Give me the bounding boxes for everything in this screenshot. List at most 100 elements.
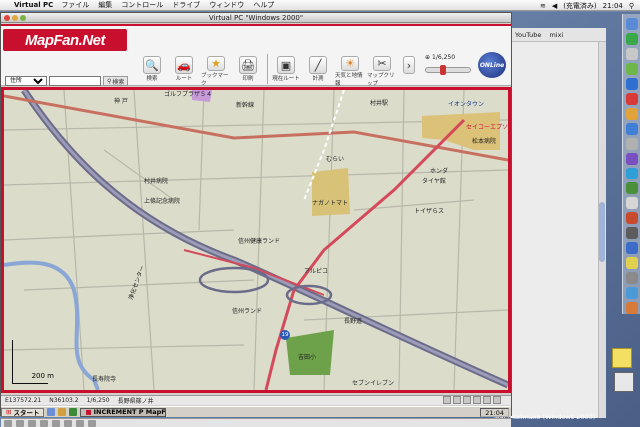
- dock-app-icon[interactable]: [625, 227, 638, 240]
- vpc-cd-icon[interactable]: [16, 420, 24, 427]
- vpc-folder-icon[interactable]: [64, 420, 72, 427]
- tool-current-route-button[interactable]: ▣ 現在ルート: [271, 56, 301, 86]
- volume-icon[interactable]: ◀: [552, 2, 557, 10]
- dock-app-icon[interactable]: [625, 182, 638, 195]
- menu-help[interactable]: ヘルプ: [253, 0, 274, 10]
- dock-app-icon[interactable]: [625, 212, 638, 225]
- minimize-icon[interactable]: [12, 15, 18, 21]
- status-tool-icon[interactable]: [443, 396, 451, 404]
- magnifier-icon: 🔍: [143, 56, 161, 74]
- dock-app-icon[interactable]: [625, 62, 638, 75]
- quicklaunch-desktop-icon[interactable]: [58, 408, 67, 416]
- zoom-slider-knob[interactable]: [440, 65, 446, 75]
- dock-app-icon[interactable]: [625, 197, 638, 210]
- vpc-disk-icon[interactable]: [4, 420, 12, 427]
- dock-finder-icon[interactable]: [625, 18, 638, 30]
- tool-route-button[interactable]: 🚗 ルート: [169, 56, 199, 86]
- vpc-sound-icon[interactable]: [76, 420, 84, 427]
- tool-print-button[interactable]: 🖨 印刷: [233, 56, 263, 86]
- desktop-folder-icon[interactable]: [612, 348, 632, 368]
- dock-app-icon[interactable]: [625, 137, 638, 150]
- menu-file[interactable]: ファイル: [61, 0, 89, 10]
- dock-app-icon[interactable]: [625, 32, 638, 45]
- map-label: 神 戸: [114, 98, 128, 105]
- windows-taskbar: ⊞ スタート ■ INCREMENT P MapF... 21:04: [1, 406, 511, 417]
- dock-app-icon[interactable]: [625, 272, 638, 285]
- scrollbar[interactable]: [598, 42, 606, 418]
- dock-app-icon[interactable]: [625, 122, 638, 135]
- tool-measure-button[interactable]: ╱ 計測: [303, 56, 333, 86]
- tool-more-button[interactable]: ›: [399, 56, 419, 86]
- address-type-select[interactable]: 住所: [5, 76, 47, 86]
- tool-label: 印刷: [242, 76, 254, 82]
- window-controls: [4, 15, 26, 21]
- start-button[interactable]: ⊞ スタート: [1, 407, 45, 417]
- weather-icon: ☀: [341, 56, 359, 71]
- tool-map-clip-button[interactable]: ✂ マップクリップ: [367, 56, 397, 87]
- tool-label: 計測: [312, 76, 324, 82]
- vpc-network-icon[interactable]: [40, 420, 48, 427]
- map-label: イオンタウン: [448, 101, 485, 108]
- mapfan-logo[interactable]: MapFan.Net: [3, 29, 127, 51]
- taskbar-mapfan-task[interactable]: ■ INCREMENT P MapF...: [80, 407, 167, 417]
- wifi-icon[interactable]: ≋: [540, 2, 546, 10]
- menubar-clock[interactable]: 21:04: [603, 2, 623, 10]
- tool-weather-button[interactable]: ☀ 天気と地情報: [335, 56, 365, 87]
- address-search-button[interactable]: ⚲ 検索: [103, 76, 129, 86]
- map-label: 長野道: [344, 318, 363, 325]
- zoom-icon[interactable]: [20, 15, 26, 21]
- toolbar-divider: [267, 54, 268, 84]
- status-tool-icon[interactable]: [493, 396, 501, 404]
- battery-status[interactable]: (充電済み): [563, 1, 596, 11]
- menu-window[interactable]: ウィンドウ: [209, 0, 244, 10]
- tool-search-button[interactable]: 🔍 検索: [137, 56, 167, 86]
- dock-app-icon[interactable]: [625, 257, 638, 270]
- status-tool-icon[interactable]: [483, 396, 491, 404]
- dock-app-icon[interactable]: [625, 152, 638, 165]
- virtual-pc-window: Virtual PC "Windows 2000" MapFan.Net 住所 …: [0, 12, 512, 427]
- dock-app-icon[interactable]: [625, 167, 638, 180]
- online-badge[interactable]: ONLine: [478, 52, 506, 78]
- bookmark-youtube[interactable]: YouTube: [515, 31, 541, 39]
- menu-drive[interactable]: ドライブ: [172, 0, 200, 10]
- desktop-drive-icon[interactable]: [614, 372, 634, 392]
- status-tool-icon[interactable]: [453, 396, 461, 404]
- windows-logo-icon: ⊞: [6, 408, 12, 416]
- dock-app-icon[interactable]: [625, 77, 638, 90]
- scale-control: ⊕ 1/6,250: [425, 54, 475, 86]
- zoom-slider[interactable]: [425, 65, 471, 75]
- quicklaunch-ie-icon[interactable]: [47, 408, 56, 416]
- scrollbar-thumb[interactable]: [599, 202, 605, 262]
- status-north: N36103.2: [49, 397, 79, 404]
- menubar-status: ≋ ◀ (充電済み) 21:04 ⚲: [540, 0, 634, 11]
- menu-control[interactable]: コントロール: [121, 0, 163, 10]
- bookmark-mixi[interactable]: mixi: [549, 31, 563, 39]
- map-clip-icon: ✂: [373, 56, 391, 71]
- chevron-right-icon: ›: [403, 56, 415, 74]
- app-menu[interactable]: Virtual PC: [14, 1, 53, 9]
- taskbar-clock[interactable]: 21:04: [480, 408, 509, 417]
- dock-app-icon[interactable]: [625, 107, 638, 120]
- address-input[interactable]: [49, 76, 101, 86]
- vpc-printer-icon[interactable]: [88, 420, 96, 427]
- vpc-floppy-icon[interactable]: [28, 420, 36, 427]
- tool-bookmark-button[interactable]: ★ ブックマーク: [201, 56, 231, 87]
- quicklaunch-app-icon[interactable]: [69, 408, 78, 416]
- menu-edit[interactable]: 編集: [98, 0, 112, 10]
- map-label: 信州ランド: [232, 308, 263, 315]
- vpc-titlebar[interactable]: Virtual PC "Windows 2000": [1, 13, 511, 23]
- vpc-usb-icon[interactable]: [52, 420, 60, 427]
- dock-app-icon[interactable]: [625, 302, 638, 315]
- status-tool-icon[interactable]: [473, 396, 481, 404]
- status-tool-icon[interactable]: [463, 396, 471, 404]
- dock-app-icon[interactable]: [625, 287, 638, 300]
- zoom-in-icon[interactable]: ⊕: [425, 54, 430, 61]
- start-label: スタート: [13, 409, 40, 417]
- close-icon[interactable]: [4, 15, 10, 21]
- bookmark-icon: ★: [207, 56, 225, 71]
- dock-app-icon[interactable]: [625, 47, 638, 60]
- map-view[interactable]: ゴルフプラザ５４ 神 戸 新幹線 村井駅 イオンタウン セイコーエプソン 松本病…: [1, 87, 511, 393]
- dock-app-icon[interactable]: [625, 242, 638, 255]
- spotlight-icon[interactable]: ⚲: [629, 2, 634, 10]
- dock-app-icon[interactable]: [625, 92, 638, 105]
